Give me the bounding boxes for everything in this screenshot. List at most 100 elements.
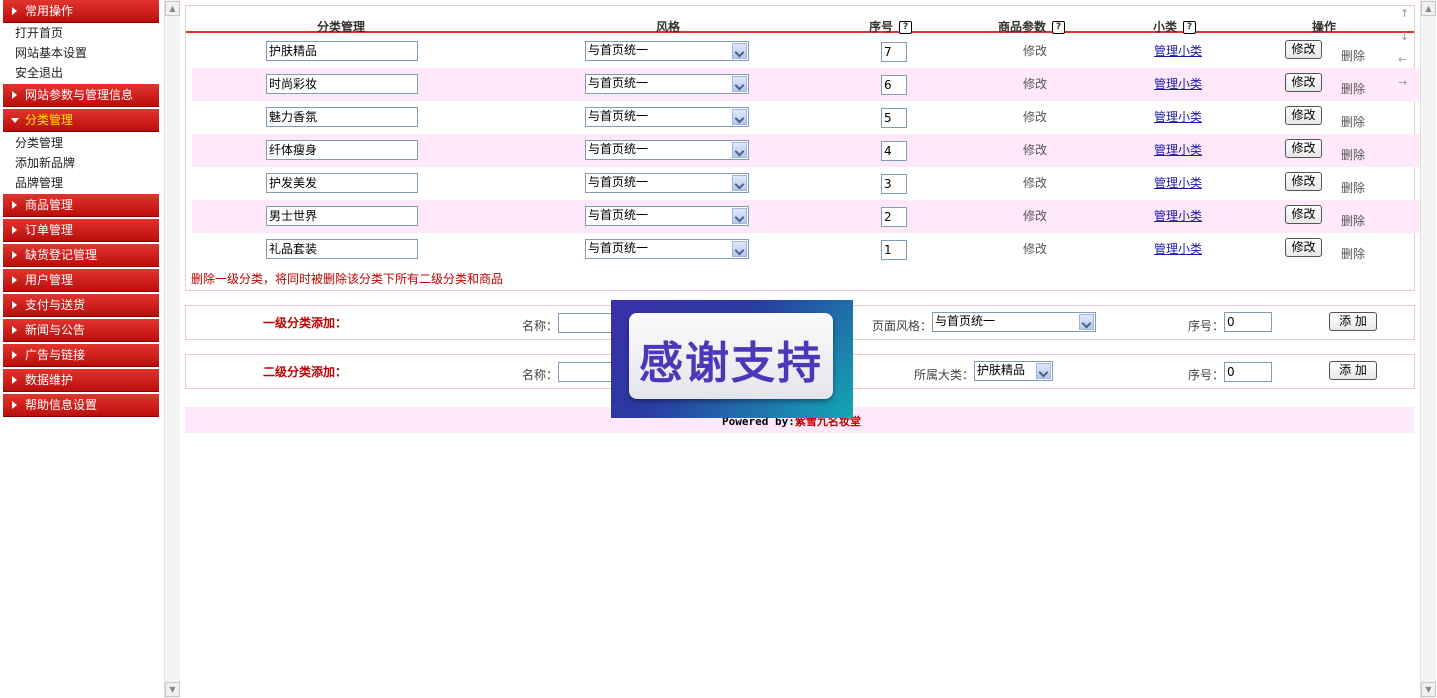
sidebar-section-8[interactable]: 新闻与公告 xyxy=(3,319,159,342)
sidebar-section-7[interactable]: 支付与送货 xyxy=(3,294,159,317)
category-name-input[interactable]: 魅力香氛 xyxy=(266,107,418,127)
category-name-input[interactable]: 纤体瘦身 xyxy=(266,140,418,160)
sidebar-link[interactable]: 分类管理 xyxy=(15,133,63,153)
sidebar-section-1[interactable]: 网站参数与管理信息 xyxy=(3,84,159,107)
category-name-input[interactable]: 护肤精品 xyxy=(266,41,418,61)
scroll-up-arrow-icon[interactable]: ▲ xyxy=(165,1,180,16)
left-frame-scrollbar[interactable]: ▲ ▼ xyxy=(164,0,180,698)
sidebar-section-10[interactable]: 数据维护 xyxy=(3,369,159,392)
sidebar-link[interactable]: 打开首页 xyxy=(15,23,63,43)
sidebar-section-9[interactable]: 广告与链接 xyxy=(3,344,159,367)
params-modify-link[interactable]: 修改 xyxy=(1023,141,1047,158)
manage-subcategory-link[interactable]: 管理小类 xyxy=(1154,75,1202,92)
chevron-down-icon[interactable] xyxy=(732,175,747,191)
add-level1-button[interactable]: 添 加 xyxy=(1329,312,1377,331)
style-select[interactable]: 与首页统一 xyxy=(585,173,749,193)
chevron-down-icon[interactable] xyxy=(732,208,747,224)
manage-subcategory-link[interactable]: 管理小类 xyxy=(1154,240,1202,257)
chevron-down-icon[interactable] xyxy=(732,43,747,59)
style-select[interactable]: 与首页统一 xyxy=(585,74,749,94)
sidebar-link[interactable]: 安全退出 xyxy=(15,63,63,83)
chevron-down-icon[interactable] xyxy=(732,142,747,158)
chevron-down-icon[interactable] xyxy=(732,76,747,92)
arrow-right-icon[interactable]: → xyxy=(1398,76,1407,89)
delete-link[interactable]: 删除 xyxy=(1341,113,1365,130)
category-name-input[interactable]: 时尚彩妆 xyxy=(266,74,418,94)
style-select[interactable]: 与首页统一 xyxy=(585,206,749,226)
order-input[interactable]: 3 xyxy=(881,174,907,194)
params-modify-link[interactable]: 修改 xyxy=(1023,240,1047,257)
modify-button[interactable]: 修改 xyxy=(1285,139,1322,158)
level1-order-input[interactable]: 0 xyxy=(1224,312,1272,332)
style-select[interactable]: 与首页统一 xyxy=(585,107,749,127)
arrow-down-icon[interactable]: ↓ xyxy=(1400,30,1409,43)
scroll-up-arrow-icon[interactable]: ▲ xyxy=(1421,1,1436,16)
modify-button[interactable]: 修改 xyxy=(1285,73,1322,92)
manage-subcategory-link[interactable]: 管理小类 xyxy=(1154,207,1202,224)
delete-link[interactable]: 删除 xyxy=(1341,212,1365,229)
level2-parent-select[interactable]: 护肤精品 xyxy=(974,361,1053,381)
sidebar-section-6[interactable]: 用户管理 xyxy=(3,269,159,292)
params-modify-link[interactable]: 修改 xyxy=(1023,174,1047,191)
params-modify-link[interactable]: 修改 xyxy=(1023,108,1047,125)
help-icon[interactable]: ? xyxy=(1183,21,1197,34)
sidebar-section-4[interactable]: 订单管理 xyxy=(3,219,159,242)
order-input[interactable]: 4 xyxy=(881,141,907,161)
delete-link[interactable]: 删除 xyxy=(1341,47,1365,64)
modify-button[interactable]: 修改 xyxy=(1285,205,1322,224)
style-select[interactable]: 与首页统一 xyxy=(585,239,749,259)
order-input[interactable]: 5 xyxy=(881,108,907,128)
modify-button[interactable]: 修改 xyxy=(1285,106,1322,125)
manage-subcategory-link[interactable]: 管理小类 xyxy=(1154,42,1202,59)
help-icon[interactable]: ? xyxy=(1052,21,1066,34)
modify-button[interactable]: 修改 xyxy=(1285,40,1322,59)
params-modify-link[interactable]: 修改 xyxy=(1023,75,1047,92)
header-order: 序号? xyxy=(869,18,913,35)
style-select[interactable]: 与首页统一 xyxy=(585,140,749,160)
delete-link[interactable]: 删除 xyxy=(1341,179,1365,196)
order-input[interactable]: 2 xyxy=(881,207,907,227)
modify-button[interactable]: 修改 xyxy=(1285,172,1322,191)
sidebar-section-3[interactable]: 商品管理 xyxy=(3,194,159,217)
parent-label: 所属大类： xyxy=(914,368,975,382)
chevron-down-icon[interactable] xyxy=(1079,314,1094,330)
help-icon[interactable]: ? xyxy=(899,21,913,34)
arrow-up-icon[interactable]: ↑ xyxy=(1400,7,1409,20)
level1-style-select[interactable]: 与首页统一 xyxy=(932,312,1096,332)
sidebar-section-0[interactable]: 常用操作 xyxy=(3,0,159,23)
chevron-down-icon[interactable] xyxy=(1036,363,1051,379)
manage-subcategory-link[interactable]: 管理小类 xyxy=(1154,141,1202,158)
main-frame-scrollbar[interactable]: ▲ ▼ xyxy=(1420,0,1436,698)
delete-link[interactable]: 删除 xyxy=(1341,245,1365,262)
delete-link[interactable]: 删除 xyxy=(1341,80,1365,97)
manage-subcategory-link[interactable]: 管理小类 xyxy=(1154,108,1202,125)
params-modify-link[interactable]: 修改 xyxy=(1023,207,1047,224)
add-level2-button[interactable]: 添 加 xyxy=(1329,361,1377,380)
scroll-down-arrow-icon[interactable]: ▼ xyxy=(165,682,180,697)
thanks-text: 感谢支持 xyxy=(639,338,823,389)
category-name-input[interactable]: 礼品套装 xyxy=(266,239,418,259)
style-select[interactable]: 与首页统一 xyxy=(585,41,749,61)
category-name-input[interactable]: 护发美发 xyxy=(266,173,418,193)
order-input[interactable]: 6 xyxy=(881,75,907,95)
sidebar-section-5[interactable]: 缺货登记管理 xyxy=(3,244,159,267)
manage-subcategory-link[interactable]: 管理小类 xyxy=(1154,174,1202,191)
params-modify-link[interactable]: 修改 xyxy=(1023,42,1047,59)
category-name-input[interactable]: 男士世界 xyxy=(266,206,418,226)
order-input[interactable]: 7 xyxy=(881,42,907,62)
delete-link[interactable]: 删除 xyxy=(1341,146,1365,163)
sidebar-link[interactable]: 网站基本设置 xyxy=(15,43,87,63)
level2-order-input[interactable]: 0 xyxy=(1224,362,1272,382)
delete-warning: 删除一级分类，将同时被删除该分类下所有二级分类和商品 xyxy=(191,272,504,286)
header-name: 分类管理 xyxy=(317,20,366,34)
sidebar-link[interactable]: 添加新品牌 xyxy=(15,153,75,173)
sidebar-section-11[interactable]: 帮助信息设置 xyxy=(3,394,159,417)
sidebar-section-2[interactable]: 分类管理 xyxy=(3,109,159,132)
scroll-down-arrow-icon[interactable]: ▼ xyxy=(1421,682,1436,697)
chevron-down-icon[interactable] xyxy=(732,109,747,125)
order-input[interactable]: 1 xyxy=(881,240,907,260)
arrow-left-icon[interactable]: ← xyxy=(1398,53,1407,66)
modify-button[interactable]: 修改 xyxy=(1285,238,1322,257)
sidebar-link[interactable]: 品牌管理 xyxy=(15,173,63,193)
chevron-down-icon[interactable] xyxy=(732,241,747,257)
